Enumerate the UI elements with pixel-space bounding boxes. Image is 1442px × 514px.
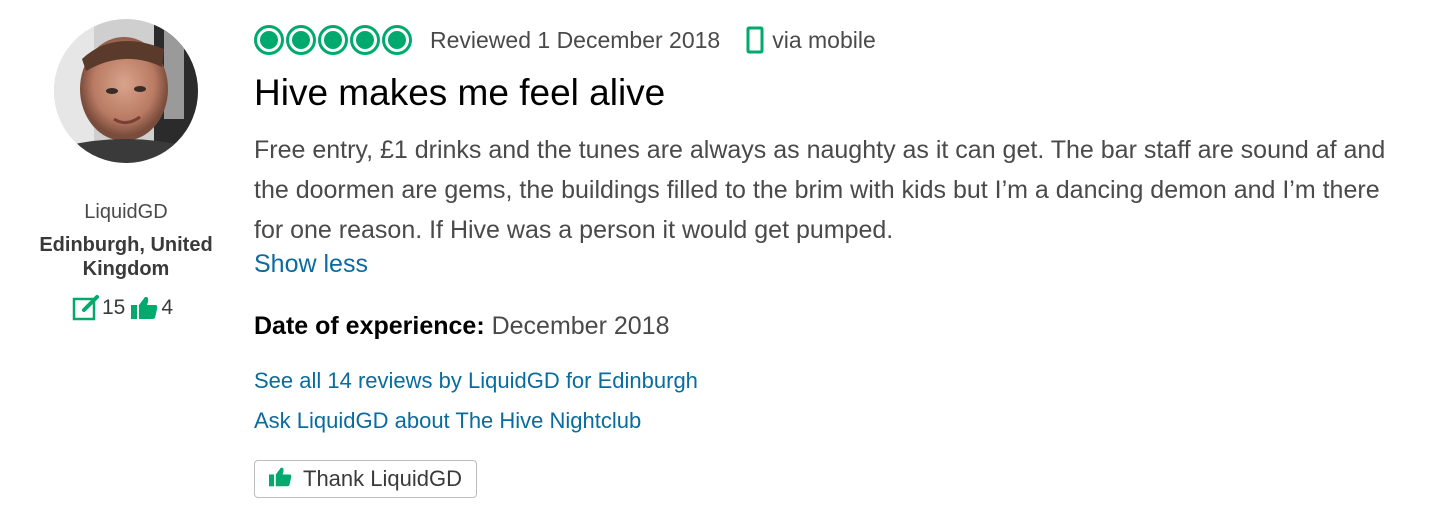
avatar-image [54,19,198,163]
rating-bubble-icon [382,25,412,55]
member-name[interactable]: LiquidGD [0,201,252,224]
avatar[interactable] [54,19,198,163]
review-text: Free entry, £1 drinks and the tunes are … [254,136,1386,244]
date-of-experience: Date of experience: December 2018 [254,312,669,341]
rating-bubble-icon [318,25,348,55]
review-card: LiquidGD Edinburgh, United Kingdom 15 4 [0,0,1442,514]
rating-bubbles [254,25,412,55]
thumbs-up-icon [129,295,159,321]
see-all-reviews-link[interactable]: See all 14 reviews by LiquidGD for Edinb… [254,368,698,394]
rating-bubble-icon [254,25,284,55]
via-mobile-label: via mobile [772,26,876,53]
member-stats: 15 4 [72,294,177,322]
rating-bubble-icon [286,25,316,55]
helpful-votes-count: 4 [161,296,174,319]
thumbs-up-icon [267,466,293,493]
member-location: Edinburgh, United Kingdom [39,234,213,280]
thank-button[interactable]: Thank LiquidGD [254,460,477,498]
rating-bubble-icon [350,25,380,55]
thank-button-label: Thank LiquidGD [303,466,462,491]
ask-member-link[interactable]: Ask LiquidGD about The Hive Nightclub [254,408,641,434]
rating-row: Reviewed 1 December 2018 via mobile [254,22,876,58]
review-title: Hive makes me feel alive [254,72,666,113]
experience-label: Date of experience: [254,312,485,340]
mobile-phone-icon [746,26,764,54]
review-date: Reviewed 1 December 2018 [430,26,721,53]
experience-value: December 2018 [491,312,670,340]
reviews-count: 15 [102,296,126,319]
review-pencil-icon [72,294,100,322]
show-less-link[interactable]: Show less [254,250,368,279]
